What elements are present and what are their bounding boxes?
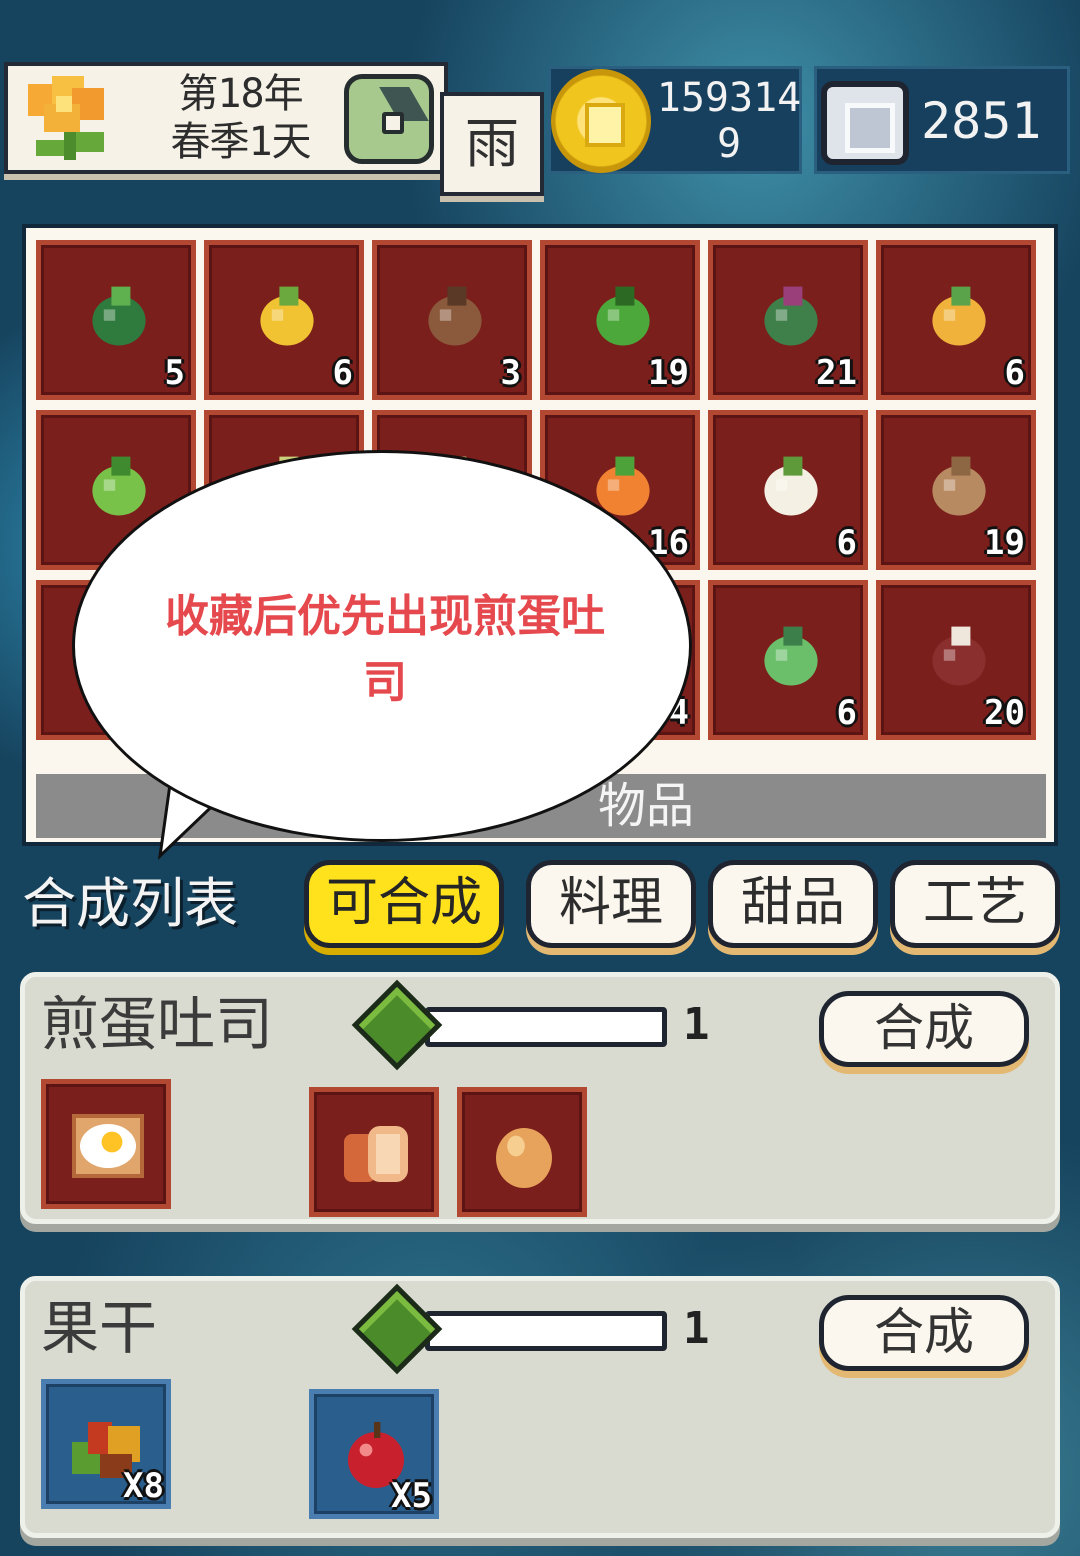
ingredient-slot[interactable] xyxy=(457,1087,587,1217)
weather-indicator: 雨 xyxy=(440,92,544,196)
item-count: 20 xyxy=(984,693,1025,733)
item-count: 19 xyxy=(984,523,1025,563)
tab-desserts[interactable]: 甜品 xyxy=(708,860,878,948)
season-day-label: 春季1天 xyxy=(170,119,311,165)
inventory-slot[interactable]: 21 xyxy=(708,240,868,400)
gem-amount: 2851 xyxy=(921,92,1042,150)
item-count: 3 xyxy=(500,353,521,393)
green-pepper-icon xyxy=(596,286,650,346)
recipe-name: 煎蛋吐司 xyxy=(41,990,274,1058)
ginseng-root-icon xyxy=(428,286,482,346)
leafy-greens-icon xyxy=(92,456,146,516)
year-label: 第18年 xyxy=(178,71,303,117)
inventory-slot[interactable]: 19 xyxy=(540,240,700,400)
inventory-slot[interactable]: 3 xyxy=(372,240,532,400)
fried-egg-toast-icon xyxy=(72,1114,144,1178)
item-count: 19 xyxy=(648,353,689,393)
inventory-slot[interactable]: 6 xyxy=(204,240,364,400)
coin-amount: 159314 9 xyxy=(656,75,802,167)
inventory-slot[interactable]: 20 xyxy=(876,580,1036,740)
item-count: 6 xyxy=(836,523,857,563)
slider-handle[interactable] xyxy=(351,1283,443,1375)
craft-button[interactable]: 合成 xyxy=(819,1295,1029,1371)
item-count: 5 xyxy=(164,353,185,393)
inventory-slot[interactable]: 19 xyxy=(876,410,1036,570)
result-quantity: X8 xyxy=(123,1466,164,1506)
tab-cooking[interactable]: 料理 xyxy=(526,860,696,948)
pineapple-icon xyxy=(932,286,986,346)
craft-quantity: 1 xyxy=(683,1303,710,1354)
date-display: 第18年 春季1天 xyxy=(133,70,348,166)
item-count: 21 xyxy=(816,353,857,393)
inventory-slot[interactable]: 6 xyxy=(708,580,868,740)
ingredient-slot[interactable]: X5 xyxy=(309,1389,439,1519)
recipe-card-fried-egg-toast[interactable]: 煎蛋吐司 1 合成 xyxy=(20,972,1060,1224)
leek-icon xyxy=(764,626,818,686)
eggplant-icon xyxy=(764,286,818,346)
ingredient-slot[interactable] xyxy=(309,1087,439,1217)
item-count: 6 xyxy=(332,353,353,393)
tab-crafts[interactable]: 工艺 xyxy=(890,860,1060,948)
recipe-result-slot[interactable]: X8 xyxy=(41,1379,171,1509)
ingredient-quantity: X5 xyxy=(391,1476,432,1516)
clock-icon[interactable] xyxy=(344,74,434,164)
recipe-card-dried-fruit[interactable]: 果干 1 合成 X8 X5 xyxy=(20,1276,1060,1538)
tab-craftable[interactable]: 可合成 xyxy=(304,860,504,948)
flower-icon xyxy=(28,76,104,160)
bread-icon xyxy=(344,1126,408,1182)
gold-coin-icon xyxy=(551,69,651,173)
item-count: 6 xyxy=(836,693,857,733)
silver-gem-icon xyxy=(821,81,909,165)
coin-counter: 159314 9 xyxy=(548,66,802,174)
gem-counter: 2851 xyxy=(814,66,1070,174)
craft-button[interactable]: 合成 xyxy=(819,991,1029,1067)
craft-quantity: 1 xyxy=(683,999,710,1050)
inventory-slot[interactable]: 5 xyxy=(36,240,196,400)
mushroom-icon xyxy=(932,626,986,686)
inventory-slot[interactable]: 6 xyxy=(708,410,868,570)
craft-quantity-slider[interactable] xyxy=(425,1311,667,1351)
cabbage-icon xyxy=(92,286,146,346)
slider-handle[interactable] xyxy=(351,979,443,1071)
inventory-slot[interactable]: 6 xyxy=(876,240,1036,400)
recipe-name: 果干 xyxy=(41,1294,158,1362)
egg-icon xyxy=(496,1128,552,1188)
white-flower-icon xyxy=(764,456,818,516)
recipe-result-slot[interactable] xyxy=(41,1079,171,1209)
corn-icon xyxy=(260,286,314,346)
craft-list-title: 合成列表 xyxy=(22,872,238,935)
craft-quantity-slider[interactable] xyxy=(425,1007,667,1047)
date-panel: 第18年 春季1天 xyxy=(4,62,448,174)
speech-bubble-text: 收藏后优先出现煎蛋吐司 xyxy=(165,591,605,708)
item-count: 6 xyxy=(1004,353,1025,393)
ginger-icon xyxy=(932,456,986,516)
